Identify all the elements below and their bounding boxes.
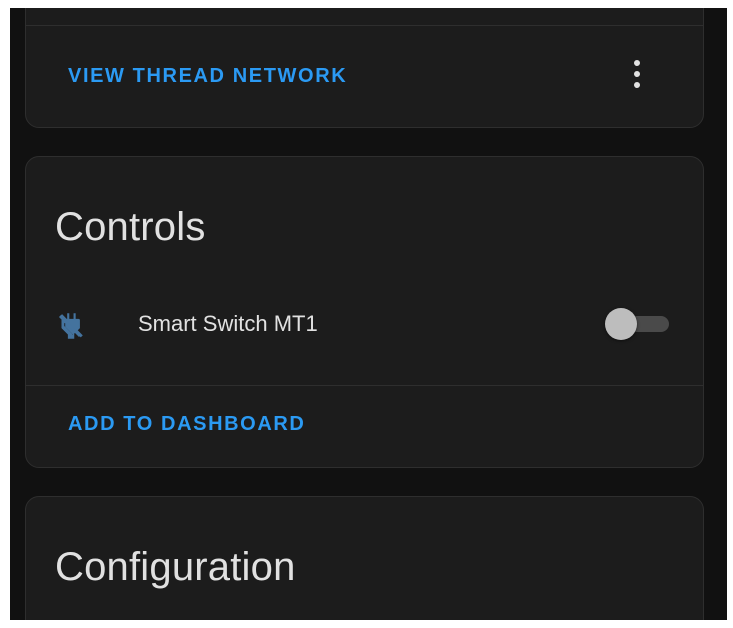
entity-name[interactable]: Smart Switch MT1	[138, 311, 318, 337]
toggle-thumb	[605, 308, 637, 340]
thread-card: VIEW THREAD NETWORK	[25, 8, 704, 128]
menu-dot	[634, 60, 640, 66]
configuration-card: Configuration	[25, 496, 704, 620]
dots-vertical-icon[interactable]	[625, 57, 649, 97]
controls-card-title: Controls	[55, 205, 206, 249]
configuration-card-title: Configuration	[55, 545, 296, 589]
app-viewport: VIEW THREAD NETWORK Controls Smart Switc…	[10, 8, 727, 620]
menu-dot	[634, 82, 640, 88]
add-to-dashboard-button[interactable]: ADD TO DASHBOARD	[68, 413, 305, 436]
menu-dot	[634, 71, 640, 77]
power-plug-off-icon[interactable]	[53, 309, 87, 343]
controls-card: Controls Smart Switch MT1 ADD TO DASHBOA…	[25, 156, 704, 468]
entity-row[interactable]: Smart Switch MT1	[26, 295, 703, 355]
entity-toggle-switch[interactable]	[605, 307, 669, 341]
card-divider	[26, 25, 703, 26]
view-thread-network-button[interactable]: VIEW THREAD NETWORK	[68, 65, 347, 88]
card-divider	[26, 385, 703, 386]
